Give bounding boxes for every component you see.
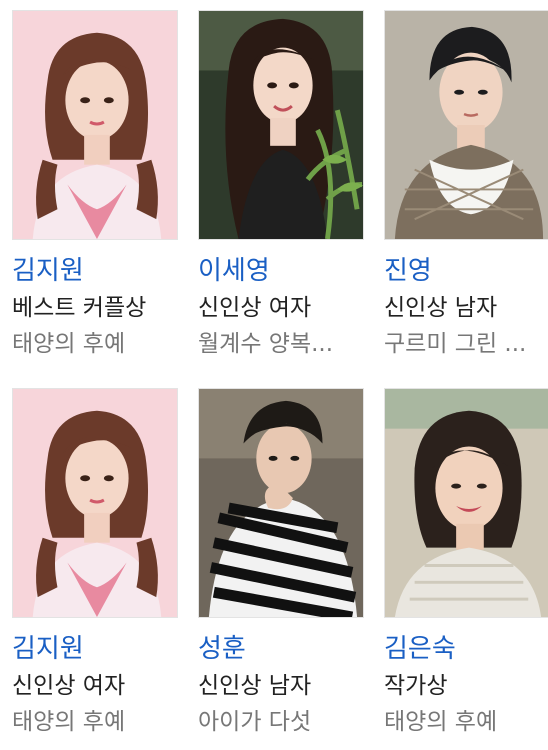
drama-title: 태양의 후예 [12, 709, 126, 735]
lee-seyoung-photo[interactable] [198, 10, 364, 240]
award-winner-grid: 김지원 베스트 커플상 태양의 후예 이세영 신인상 여자 월계수 양복... … [0, 0, 548, 750]
award-category: 신인상 여자 [198, 295, 312, 321]
sunghoon-photo[interactable] [198, 388, 364, 618]
jinyoung-photo[interactable] [384, 10, 548, 240]
award-category: 베스트 커플상 [12, 295, 147, 321]
award-category: 신인상 여자 [12, 673, 126, 699]
award-category: 작가상 [384, 673, 448, 699]
drama-title: 월계수 양복... [198, 331, 334, 357]
winner-name[interactable]: 김지원 [12, 632, 84, 666]
drama-title: 태양의 후예 [12, 331, 126, 357]
winner-name[interactable]: 김지원 [12, 254, 84, 288]
winner-name[interactable]: 성훈 [198, 632, 246, 666]
kim-eunsook-photo[interactable] [384, 388, 548, 618]
drama-title: 구르미 그린 ... [384, 331, 527, 357]
winner-name[interactable]: 이세영 [198, 254, 270, 288]
kim-jiwon-photo[interactable] [12, 10, 178, 240]
drama-title: 아이가 다섯 [198, 709, 312, 735]
award-category: 신인상 남자 [384, 295, 498, 321]
drama-title: 태양의 후예 [384, 709, 498, 735]
kim-jiwon-photo[interactable] [12, 388, 178, 618]
award-category: 신인상 남자 [198, 673, 312, 699]
winner-name[interactable]: 김은숙 [384, 632, 456, 666]
winner-name[interactable]: 진영 [384, 254, 432, 288]
